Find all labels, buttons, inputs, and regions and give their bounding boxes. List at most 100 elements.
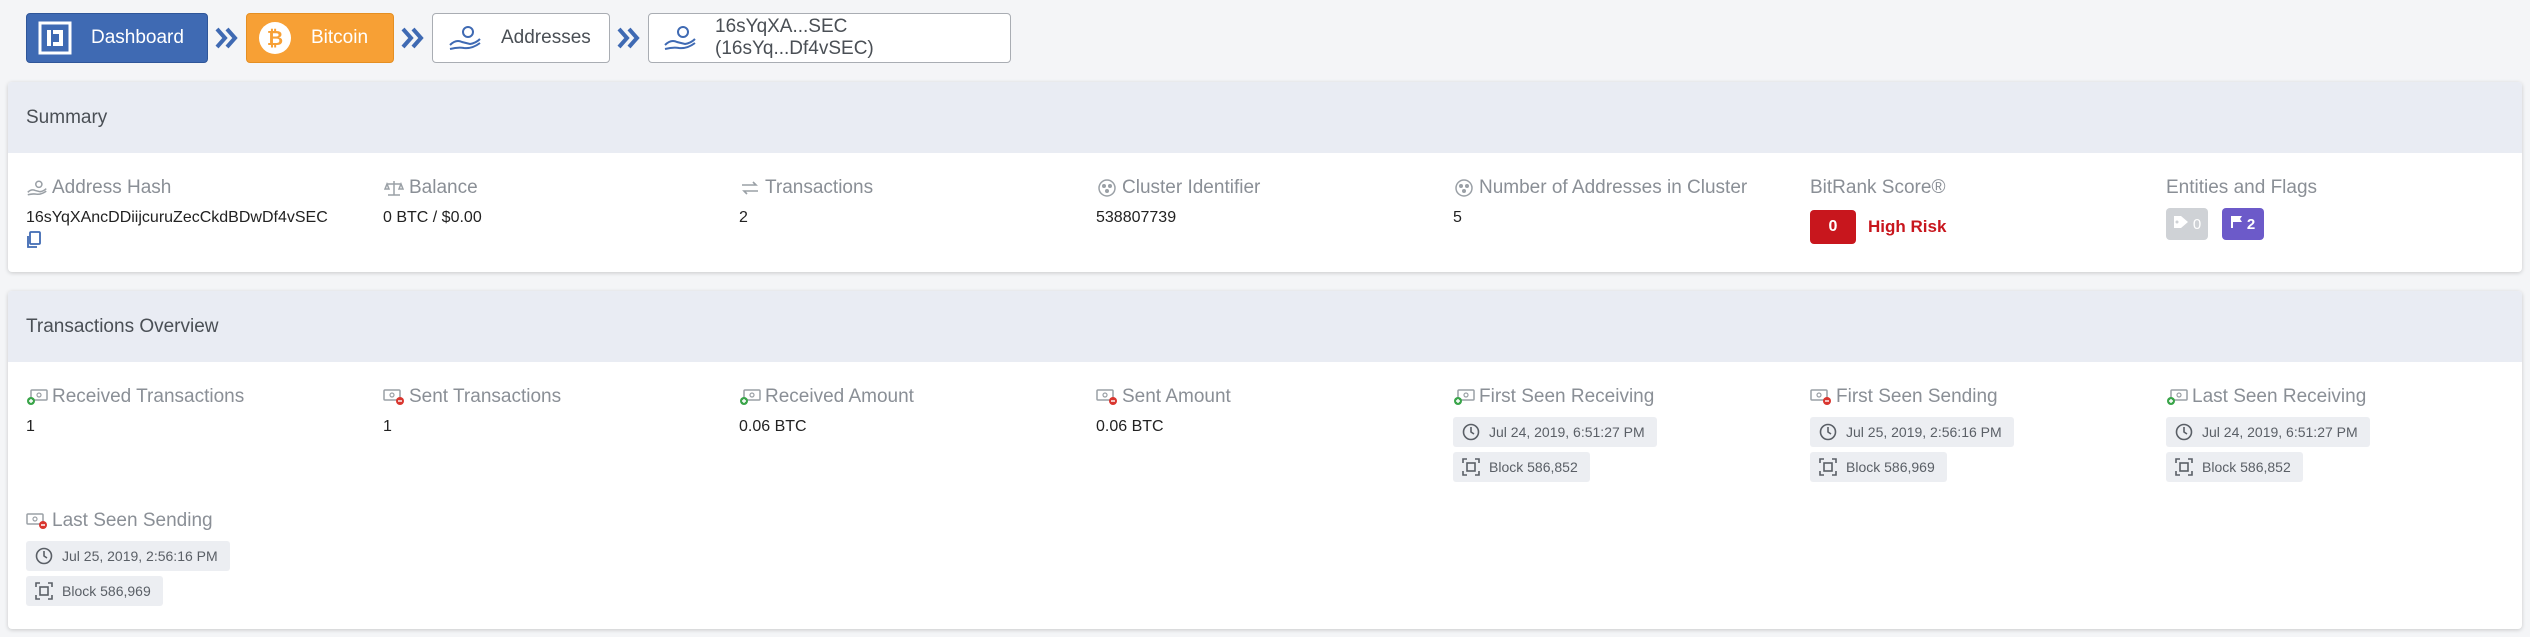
clock-icon <box>1818 422 1838 442</box>
cluster-icon <box>1453 178 1475 198</box>
cluster-identifier-label: Cluster Identifier <box>1122 177 1261 198</box>
block-icon <box>2174 457 2194 477</box>
sent-transactions-label: Sent Transactions <box>409 386 562 407</box>
bitrank-label: BitRank Score® <box>1810 177 1946 198</box>
sent-transactions-value: 1 <box>383 418 392 435</box>
double-chevron-right-icon <box>610 26 648 50</box>
bitrank-field: BitRank Score® 0 High Risk <box>1810 176 2150 244</box>
sent-amount-field: Sent Amount 0.06 BTC <box>1096 385 1436 436</box>
timestamp-chip: Jul 24, 2019, 6:51:27 PM <box>2166 417 2370 447</box>
double-chevron-right-icon <box>394 26 432 50</box>
transactions-icon <box>739 178 761 198</box>
transactions-field: Transactions 2 <box>739 176 1079 227</box>
timestamp-chip: Jul 25, 2019, 2:56:16 PM <box>1810 417 2014 447</box>
flag-icon <box>2230 215 2243 233</box>
cluster-identifier-value: 538807739 <box>1096 209 1177 226</box>
transactions-label: Transactions <box>765 177 874 198</box>
flags-count: 2 <box>2246 215 2256 233</box>
entities-flags-field: Entities and Flags 0 2 <box>2166 176 2506 240</box>
timestamp-chip: Jul 25, 2019, 2:56:16 PM <box>26 541 230 571</box>
bitcoin-icon: ₿ <box>257 20 293 56</box>
received-transactions-value: 1 <box>26 418 35 435</box>
timestamp-text: Jul 24, 2019, 6:51:27 PM <box>2202 424 2358 440</box>
risk-level-text: High Risk <box>1868 217 1947 236</box>
received-transactions-label: Received Transactions <box>52 386 245 407</box>
sent-money-icon <box>383 387 405 407</box>
timestamp-chip: Jul 24, 2019, 6:51:27 PM <box>1453 417 1657 447</box>
received-amount-label: Received Amount <box>765 386 914 407</box>
summary-header: Summary <box>8 82 2522 153</box>
svg-text:₿: ₿ <box>267 26 283 50</box>
copy-icon[interactable] <box>26 231 44 249</box>
cluster-addresses-label: Number of Addresses in Cluster <box>1479 177 1748 198</box>
breadcrumb-bitcoin-label: Bitcoin <box>311 27 369 48</box>
received-transactions-field: Received Transactions 1 <box>26 385 366 436</box>
breadcrumb-bitcoin[interactable]: ₿ Bitcoin <box>246 13 394 63</box>
sent-transactions-field: Sent Transactions 1 <box>383 385 723 436</box>
timestamp-text: Jul 24, 2019, 6:51:27 PM <box>1489 424 1645 440</box>
block-icon <box>1461 457 1481 477</box>
bitrank-score-badge[interactable]: 0 <box>1810 210 1856 244</box>
breadcrumb-addresses[interactable]: Addresses <box>432 13 610 63</box>
tags-count: 0 <box>2192 215 2202 233</box>
timestamp-text: Jul 25, 2019, 2:56:16 PM <box>62 548 218 564</box>
first-seen-receiving-label: First Seen Receiving <box>1479 386 1655 407</box>
cluster-icon <box>1096 178 1118 198</box>
sent-amount-value: 0.06 BTC <box>1096 418 1164 435</box>
block-text: Block 586,852 <box>1489 459 1578 475</box>
last-seen-sending-label: Last Seen Sending <box>52 510 213 531</box>
block-chip[interactable]: Block 586,969 <box>1810 452 1947 482</box>
breadcrumb-dashboard[interactable]: Dashboard <box>26 13 208 63</box>
breadcrumb: Dashboard ₿ Bitcoin Addresses 16sYqXA...… <box>26 13 1011 63</box>
entities-flags-label: Entities and Flags <box>2166 177 2318 198</box>
summary-card: Summary Address Hash 16sYqXAncDDiijcuruZ… <box>8 82 2522 272</box>
clock-icon <box>2174 422 2194 442</box>
address-hash-value: 16sYqXAncDDiijcuruZecCkdBDwDf4vSEC <box>26 209 328 226</box>
first-seen-sending-label: First Seen Sending <box>1836 386 1998 407</box>
received-amount-field: Received Amount 0.06 BTC <box>739 385 1079 436</box>
block-icon <box>1818 457 1838 477</box>
received-money-icon <box>739 387 761 407</box>
breadcrumb-address-label: 16sYqXA...SEC (16sYq...Df4vSEC) <box>715 16 874 59</box>
block-text: Block 586,852 <box>2202 459 2291 475</box>
cluster-identifier-field: Cluster Identifier 538807739 <box>1096 176 1436 227</box>
breadcrumb-current-address[interactable]: 16sYqXA...SEC (16sYq...Df4vSEC) <box>648 13 1011 63</box>
received-money-icon <box>1453 387 1475 407</box>
double-chevron-right-icon <box>208 26 246 50</box>
block-chip[interactable]: Block 586,852 <box>1453 452 1590 482</box>
dashboard-logo-icon <box>37 20 73 56</box>
block-icon <box>34 581 54 601</box>
cluster-addresses-value: 5 <box>1453 209 1462 226</box>
first-seen-receiving-field: First Seen Receiving Jul 24, 2019, 6:51:… <box>1453 385 1793 482</box>
received-amount-value: 0.06 BTC <box>739 418 807 435</box>
sent-money-icon <box>1096 387 1118 407</box>
block-chip[interactable]: Block 586,969 <box>26 576 163 606</box>
tags-badge[interactable]: 0 <box>2166 208 2208 240</box>
flags-badge[interactable]: 2 <box>2222 208 2264 240</box>
first-seen-sending-field: First Seen Sending Jul 25, 2019, 2:56:16… <box>1810 385 2150 482</box>
tag-icon <box>2173 215 2189 233</box>
timestamp-text: Jul 25, 2019, 2:56:16 PM <box>1846 424 2002 440</box>
last-seen-receiving-label: Last Seen Receiving <box>2192 386 2367 407</box>
address-hand-icon <box>663 20 697 56</box>
clock-icon <box>34 546 54 566</box>
scale-icon <box>383 178 405 198</box>
balance-field: Balance 0 BTC / $0.00 <box>383 176 723 227</box>
breadcrumb-addresses-label: Addresses <box>501 27 591 48</box>
last-seen-sending-field: Last Seen Sending Jul 25, 2019, 2:56:16 … <box>26 509 366 606</box>
last-seen-receiving-field: Last Seen Receiving Jul 24, 2019, 6:51:2… <box>2166 385 2506 482</box>
transactions-overview-card: Transactions Overview Received Transacti… <box>8 291 2522 629</box>
received-money-icon <box>26 387 48 407</box>
received-money-icon <box>2166 387 2188 407</box>
cluster-addresses-field: Number of Addresses in Cluster 5 <box>1453 176 1793 227</box>
sent-money-icon <box>1810 387 1832 407</box>
address-hand-icon <box>26 178 48 198</box>
balance-label: Balance <box>409 177 478 198</box>
sent-money-icon <box>26 511 48 531</box>
clock-icon <box>1461 422 1481 442</box>
transactions-overview-header: Transactions Overview <box>8 291 2522 362</box>
block-chip[interactable]: Block 586,852 <box>2166 452 2303 482</box>
address-hand-icon <box>447 20 483 56</box>
balance-value: 0 BTC / $0.00 <box>383 209 482 226</box>
address-hash-field: Address Hash 16sYqXAncDDiijcuruZecCkdBDw… <box>26 176 366 249</box>
